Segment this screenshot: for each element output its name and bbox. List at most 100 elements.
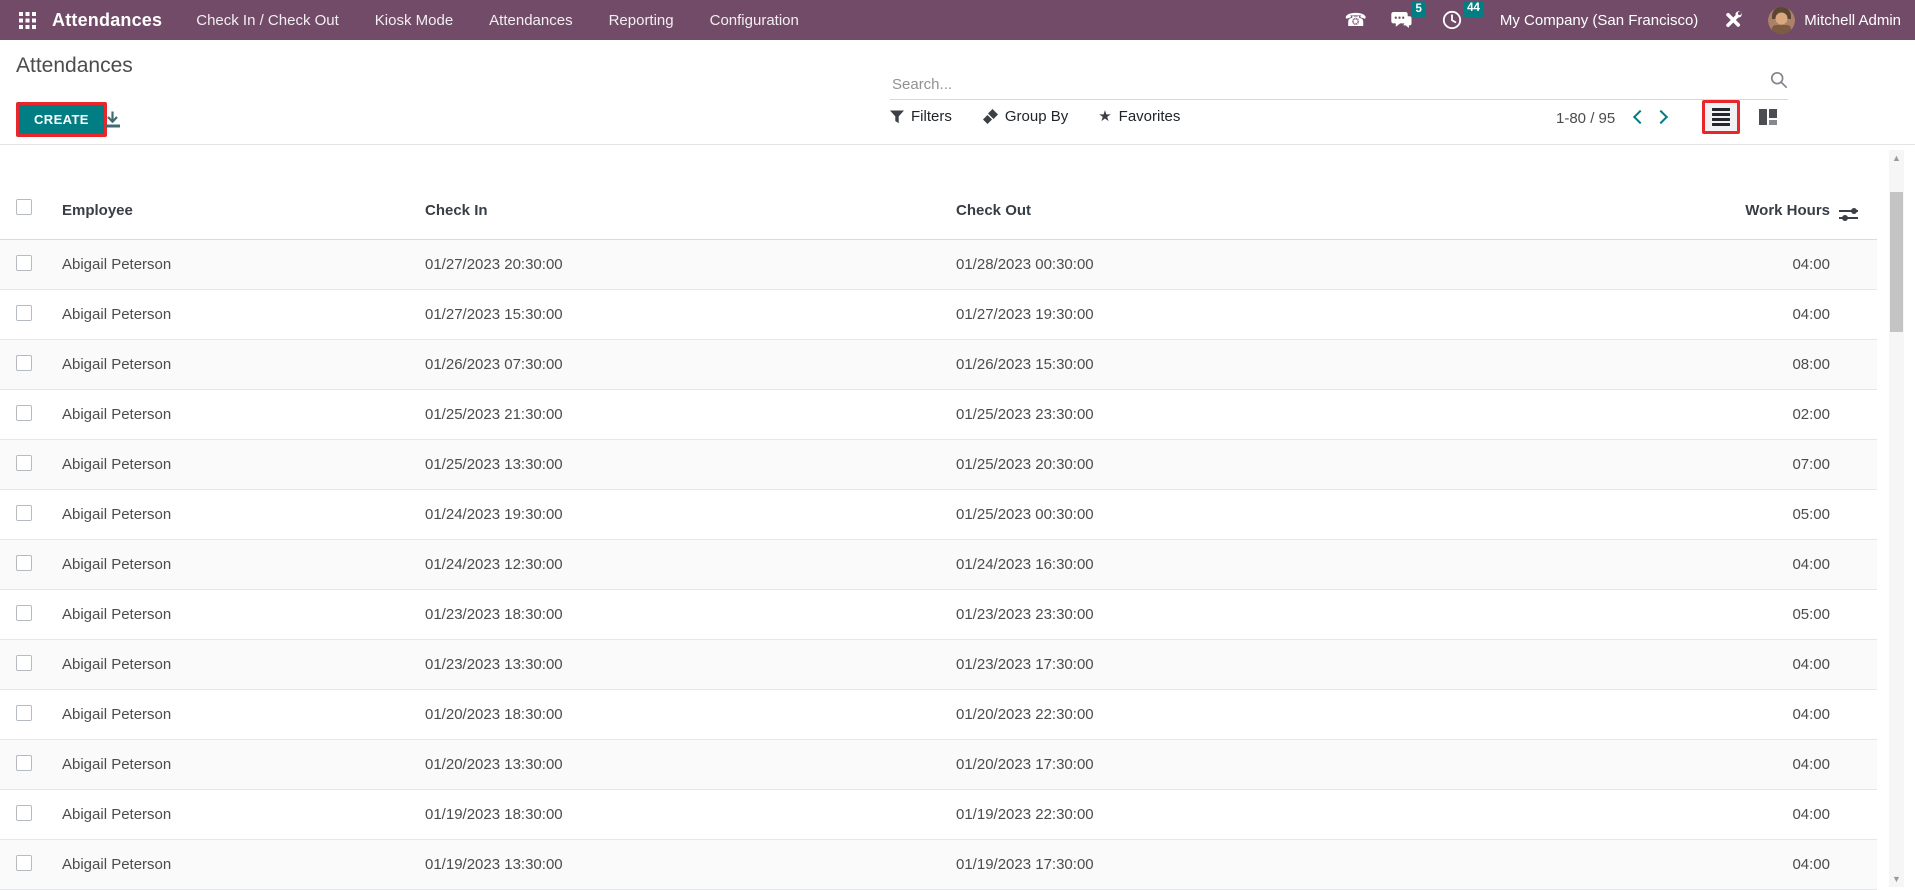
cell-work-hours: 04:00 [1792,706,1830,723]
pager-range: 1-80 / 95 [1556,109,1616,127]
row-checkbox[interactable] [16,554,32,571]
cell-employee: Abigail Peterson [62,856,172,873]
table-row[interactable]: Abigail Peterson 01/25/2023 13:30:00 01/… [0,440,1877,490]
cell-check-in: 01/26/2023 07:30:00 [425,356,563,373]
user-name: Mitchell Admin [1804,11,1901,29]
cell-check-out: 01/25/2023 20:30:00 [956,456,1094,473]
row-checkbox[interactable] [16,404,32,421]
app-name[interactable]: Attendances [52,10,162,31]
table-row[interactable]: Abigail Peterson 01/23/2023 13:30:00 01/… [0,640,1877,690]
activities-clock-icon[interactable]: 44 [1442,1,1484,30]
row-checkbox[interactable] [16,754,32,771]
scrollbar-thumb[interactable] [1890,192,1903,332]
search-icon[interactable] [1770,71,1788,94]
scroll-up-icon[interactable]: ▲ [1889,150,1904,166]
kanban-view-icon [1759,109,1777,125]
table-row[interactable]: Abigail Peterson 01/26/2023 07:30:00 01/… [0,340,1877,390]
create-button[interactable]: CREATE [16,102,107,137]
cell-employee: Abigail Peterson [62,456,172,473]
cell-employee: Abigail Peterson [62,806,172,823]
search-options: Filters Group By ★ Favorites [890,108,1180,125]
cell-work-hours: 02:00 [1792,406,1830,423]
list-view-button[interactable] [1702,100,1740,134]
column-header-check-in[interactable]: Check In [425,202,956,239]
apps-grid-glyph [18,11,36,29]
cell-employee: Abigail Peterson [62,256,172,273]
table-row[interactable]: Abigail Peterson 01/20/2023 13:30:00 01/… [0,740,1877,790]
cell-employee: Abigail Peterson [62,756,172,773]
activities-badge: 44 [1463,1,1484,17]
table-row[interactable]: Abigail Peterson 01/20/2023 18:30:00 01/… [0,690,1877,740]
filter-funnel-icon [890,110,904,123]
cell-employee: Abigail Peterson [62,406,172,423]
optional-columns-icon[interactable] [1839,207,1858,222]
table-row[interactable]: Abigail Peterson 01/24/2023 12:30:00 01/… [0,540,1877,590]
row-checkbox[interactable] [16,354,32,371]
cell-employee: Abigail Peterson [62,706,172,723]
control-panel: Attendances CREATE Filters [0,40,1915,145]
table-row[interactable]: Abigail Peterson 01/27/2023 15:30:00 01/… [0,290,1877,340]
menu-kiosk-mode[interactable]: Kiosk Mode [375,12,453,29]
menu-reporting[interactable]: Reporting [609,12,674,29]
table-row[interactable]: Abigail Peterson 01/19/2023 13:30:00 01/… [0,840,1877,890]
table-row[interactable]: Abigail Peterson 01/25/2023 21:30:00 01/… [0,390,1877,440]
row-checkbox[interactable] [16,604,32,621]
table-row[interactable]: Abigail Peterson 01/23/2023 18:30:00 01/… [0,590,1877,640]
menu-attendances[interactable]: Attendances [489,12,572,29]
table-row[interactable]: Abigail Peterson 01/24/2023 19:30:00 01/… [0,490,1877,540]
cell-work-hours: 04:00 [1792,756,1830,773]
cell-employee: Abigail Peterson [62,656,172,673]
search-input[interactable] [890,75,1762,94]
topbar-left: Attendances Check In / Check Out Kiosk M… [14,7,799,33]
export-download-icon[interactable] [103,110,122,134]
select-all-checkbox[interactable] [16,199,32,215]
column-header-employee[interactable]: Employee [50,202,425,239]
table-row[interactable]: Abigail Peterson 01/27/2023 20:30:00 01/… [0,240,1877,290]
row-checkbox[interactable] [16,804,32,821]
scroll-down-icon[interactable]: ▼ [1889,871,1904,887]
messages-badge: 5 [1411,1,1426,18]
voip-phone-icon[interactable]: ☎ [1344,11,1366,29]
menu-check-in-check-out[interactable]: Check In / Check Out [196,12,339,29]
column-header-work-hours[interactable]: Work Hours [1400,202,1830,239]
menu-configuration[interactable]: Configuration [710,12,799,29]
company-switcher[interactable]: My Company (San Francisco) [1500,12,1698,29]
pager-previous-icon[interactable] [1633,109,1648,125]
cell-check-in: 01/20/2023 13:30:00 [425,756,563,773]
search-bar [890,58,1788,100]
filters-button[interactable]: Filters [890,108,952,125]
messages-icon[interactable]: 5 [1391,1,1426,30]
debug-tools-icon[interactable] [1722,9,1744,31]
cell-check-in: 01/23/2023 13:30:00 [425,656,563,673]
apps-grid-icon[interactable] [14,7,40,33]
cell-check-out: 01/27/2023 19:30:00 [956,306,1094,323]
cell-check-in: 01/20/2023 18:30:00 [425,706,563,723]
row-checkbox[interactable] [16,254,32,271]
cell-check-out: 01/23/2023 17:30:00 [956,656,1094,673]
row-checkbox[interactable] [16,504,32,521]
row-checkbox[interactable] [16,454,32,471]
list-view-icon [1712,108,1730,126]
cell-check-out: 01/25/2023 00:30:00 [956,506,1094,523]
page-title: Attendances [16,54,133,77]
cell-work-hours: 04:00 [1792,856,1830,873]
kanban-view-button[interactable] [1752,104,1784,130]
cell-check-out: 01/19/2023 22:30:00 [956,806,1094,823]
topbar-menu: Check In / Check Out Kiosk Mode Attendan… [196,12,799,29]
cell-employee: Abigail Peterson [62,506,172,523]
cell-check-out: 01/19/2023 17:30:00 [956,856,1094,873]
group-by-button[interactable]: Group By [981,108,1068,125]
row-checkbox[interactable] [16,704,32,721]
cell-check-in: 01/24/2023 12:30:00 [425,556,563,573]
table-row[interactable]: Abigail Peterson 01/19/2023 18:30:00 01/… [0,790,1877,840]
vertical-scrollbar[interactable]: ▲ ▼ [1889,150,1904,887]
favorites-button[interactable]: ★ Favorites [1098,108,1180,125]
pager-next-icon[interactable] [1653,109,1668,125]
topbar-right: ☎ 5 44 My Company (San Francisco) Mitche… [1344,1,1901,34]
row-checkbox[interactable] [16,854,32,871]
user-menu[interactable]: Mitchell Admin [1768,6,1901,34]
row-checkbox[interactable] [16,304,32,321]
row-checkbox[interactable] [16,654,32,671]
cell-check-in: 01/25/2023 13:30:00 [425,456,563,473]
column-header-check-out[interactable]: Check Out [956,202,1400,239]
